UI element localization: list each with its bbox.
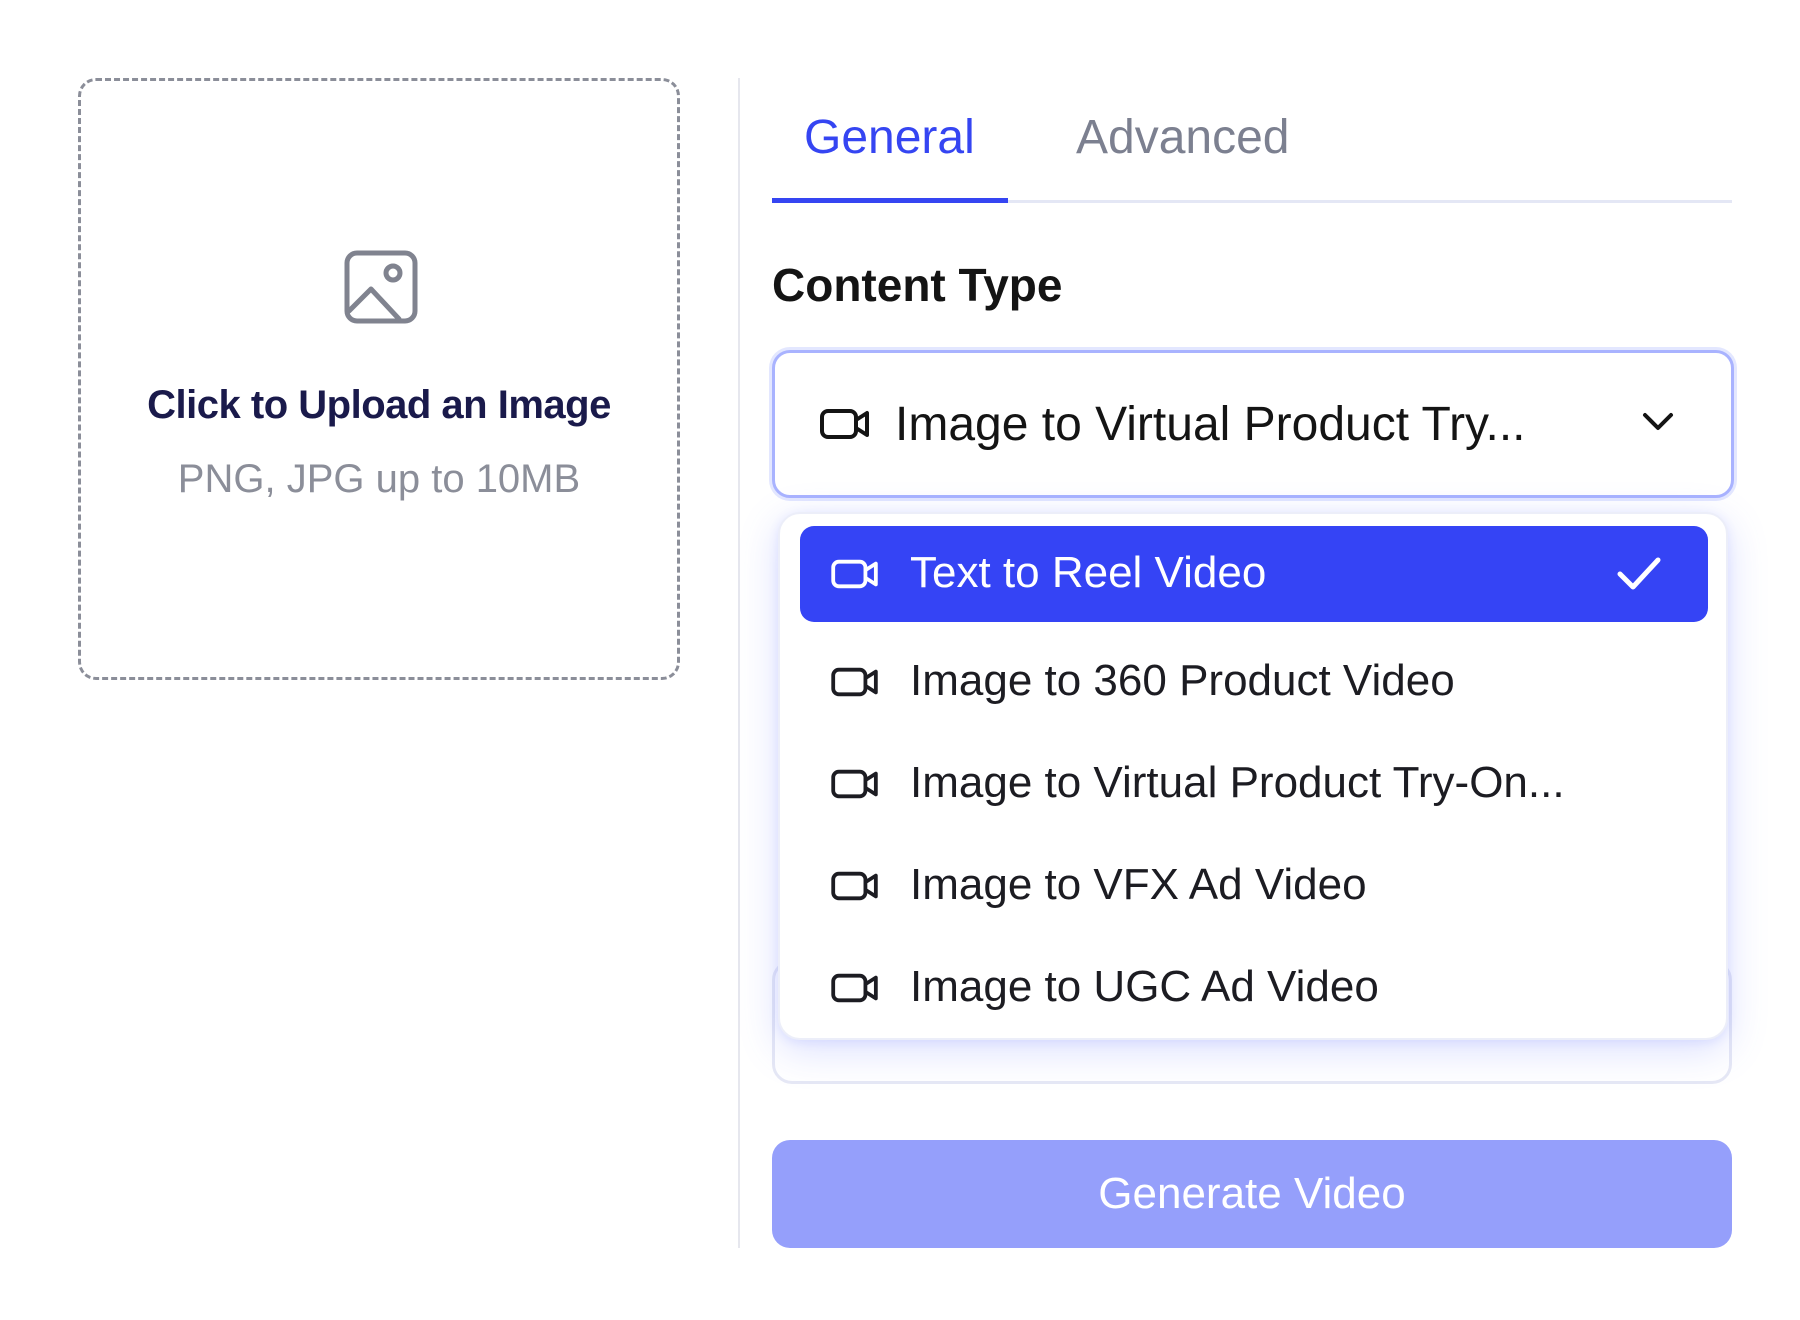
video-camera-icon (831, 871, 878, 901)
tab-general[interactable]: General (804, 110, 975, 165)
option-image-to-360-product-video[interactable]: Image to 360 Product Video (800, 634, 1708, 730)
option-image-to-ugc-ad-video[interactable]: Image to UGC Ad Video (800, 940, 1708, 1036)
select-value: Image to Virtual Product Try... (895, 398, 1526, 451)
settings-tabs: General Advanced (772, 100, 1732, 203)
video-camera-icon (831, 973, 878, 1003)
active-tab-indicator (772, 198, 1008, 203)
option-image-to-virtual-product-try-on[interactable]: Image to Virtual Product Try-On... (800, 736, 1708, 832)
option-label: Text to Reel Video (910, 548, 1267, 597)
video-camera-icon (831, 769, 878, 799)
option-label: Image to 360 Product Video (910, 656, 1455, 705)
option-label: Image to VFX Ad Video (910, 860, 1367, 909)
option-text-to-reel-video[interactable]: Text to Reel Video (800, 526, 1708, 622)
option-label: Image to UGC Ad Video (910, 962, 1379, 1011)
option-image-to-vfx-ad-video[interactable]: Image to VFX Ad Video (800, 838, 1708, 934)
generate-video-button[interactable]: Generate Video (772, 1140, 1732, 1248)
tab-advanced[interactable]: Advanced (1076, 110, 1290, 165)
panel-divider (738, 78, 740, 1248)
video-camera-icon (831, 667, 878, 697)
content-type-options: Text to Reel Video Image to 360 Product … (778, 512, 1728, 1040)
content-type-heading: Content Type (772, 259, 1063, 311)
upload-title: Click to Upload an Image (147, 383, 611, 427)
upload-hint: PNG, JPG up to 10MB (177, 457, 581, 501)
video-camera-icon (820, 409, 869, 439)
image-upload-dropzone[interactable]: Click to Upload an Image PNG, JPG up to … (78, 78, 680, 680)
content-type-select[interactable]: Image to Virtual Product Try... (772, 350, 1734, 498)
option-label: Image to Virtual Product Try-On... (910, 758, 1565, 807)
chevron-down-icon (1643, 413, 1673, 430)
video-camera-icon (831, 559, 878, 589)
image-icon (344, 250, 418, 324)
checkmark-icon (1617, 557, 1661, 590)
